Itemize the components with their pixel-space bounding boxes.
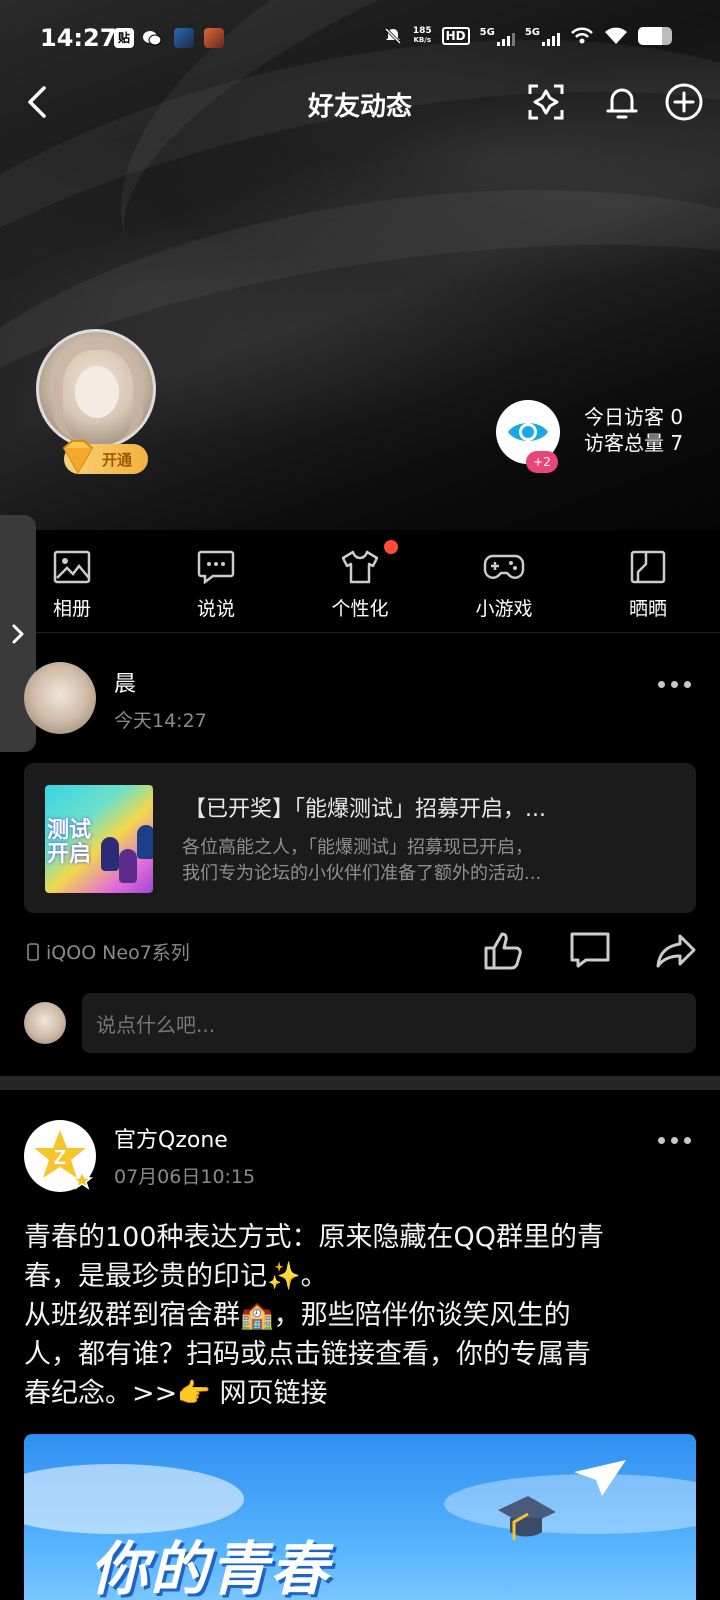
svg-text:Z: Z xyxy=(54,1147,66,1169)
post-author-avatar[interactable] xyxy=(24,662,96,734)
link-description: 各位高能之人，「能爆测试」招募现已开启， 我们专为论坛的小伙伴们准备了额外的活动… xyxy=(182,837,542,884)
qzone-avatar[interactable]: Z xyxy=(24,1120,96,1192)
user-avatar[interactable] xyxy=(36,329,156,449)
comment-button[interactable] xyxy=(568,928,612,972)
thumbs-up-icon xyxy=(484,932,522,970)
signal2-icon: 5G xyxy=(525,27,560,46)
phone-icon xyxy=(27,942,39,961)
status-time: 14:27 xyxy=(40,24,117,52)
game-app-icon xyxy=(174,28,194,48)
device-label: iQOO Neo7系列 xyxy=(26,938,190,965)
post-time: 今天14:27 xyxy=(114,710,207,732)
comment-input[interactable]: 说点什么吧... xyxy=(82,993,696,1053)
visitor-new-badge: +2 xyxy=(526,451,558,473)
post-more-button[interactable] xyxy=(658,1130,698,1150)
shortcut-minigame[interactable]: 小游戏 xyxy=(454,550,554,621)
divider xyxy=(0,632,720,633)
like-button[interactable] xyxy=(482,928,526,972)
bell-icon xyxy=(606,88,638,119)
link-thumbnail: 测试 开启 xyxy=(45,785,153,893)
tshirt-icon xyxy=(341,550,379,584)
shortcut-showcase[interactable]: 晒晒 xyxy=(598,550,698,621)
total-visitors: 访客总量 7 xyxy=(584,431,684,455)
today-visitors: 今日访客 0 xyxy=(584,405,684,429)
title-bar: 好友动态 xyxy=(0,78,720,128)
share-button[interactable] xyxy=(654,928,698,972)
add-button[interactable] xyxy=(662,80,706,124)
chat-bubble-icon xyxy=(197,550,235,584)
shared-link-card[interactable]: 测试 开启 【已开奖】「能爆测试」招募开启，... 各位高能之人，「能爆测试」招募… xyxy=(24,763,696,913)
visitor-stats[interactable]: 今日访客 0 访客总量 7 xyxy=(584,404,683,456)
my-avatar xyxy=(24,1002,66,1044)
hotspot-icon xyxy=(571,27,593,44)
battery-icon xyxy=(638,27,672,45)
gamepad-icon xyxy=(483,554,525,579)
game2-app-icon xyxy=(204,28,224,48)
wifi-icon xyxy=(605,27,627,44)
post-more-button[interactable] xyxy=(658,674,698,694)
notification-button[interactable] xyxy=(600,80,644,124)
magic-button[interactable] xyxy=(524,80,568,124)
post-image[interactable]: 你的青春 xyxy=(24,1434,696,1600)
diamond-icon xyxy=(62,440,94,474)
personalize-red-dot xyxy=(384,540,398,554)
network-speed: 185 KB/s xyxy=(412,26,432,45)
vip-label: 开通 xyxy=(102,450,133,469)
post-author-name[interactable]: 官方Qzone xyxy=(114,1122,228,1154)
album-icon xyxy=(53,550,91,584)
signal1-icon: 5G xyxy=(480,27,515,46)
section-divider xyxy=(0,1076,720,1090)
chevron-right-icon xyxy=(12,624,24,643)
shortcut-bar: 相册 说说 个性化 小游戏 晒晒 xyxy=(0,530,720,632)
plus-circle-icon xyxy=(665,83,703,121)
comment-icon xyxy=(570,932,610,968)
post-time: 07月06日10:15 xyxy=(114,1166,256,1188)
banner-title: 你的青春 xyxy=(90,1535,331,1600)
paper-plane-icon xyxy=(574,1460,626,1496)
sparkle-frame-icon xyxy=(528,84,564,120)
showcase-icon xyxy=(630,550,666,584)
wechat-app-icon xyxy=(142,28,162,48)
shortcut-personalize[interactable]: 个性化 xyxy=(310,550,410,621)
status-bar: 14:27 贴 185 KB/s HD 5G 5G xyxy=(0,22,720,58)
qzone-star-icon: Z xyxy=(34,1130,94,1190)
post-content: 青春的100种表达方式：原来隐藏在QQ群里的青 春，是最珍贵的印记✨。 从班级群… xyxy=(24,1222,605,1409)
link-title: 【已开奖】「能爆测试」招募开启，... xyxy=(184,797,546,822)
eye-icon xyxy=(508,423,548,441)
web-link[interactable]: 网页链接 xyxy=(219,1378,327,1409)
shortcut-album[interactable]: 相册 xyxy=(22,550,122,621)
post-author-name[interactable]: 晨 xyxy=(114,666,136,698)
tieba-app-icon: 贴 xyxy=(114,28,134,48)
hd-icon: HD xyxy=(441,27,470,45)
share-arrow-icon xyxy=(656,934,696,968)
mute-icon xyxy=(384,27,401,45)
graduation-cap-icon xyxy=(498,1496,556,1540)
shortcut-shuoshuo[interactable]: 说说 xyxy=(166,550,266,621)
